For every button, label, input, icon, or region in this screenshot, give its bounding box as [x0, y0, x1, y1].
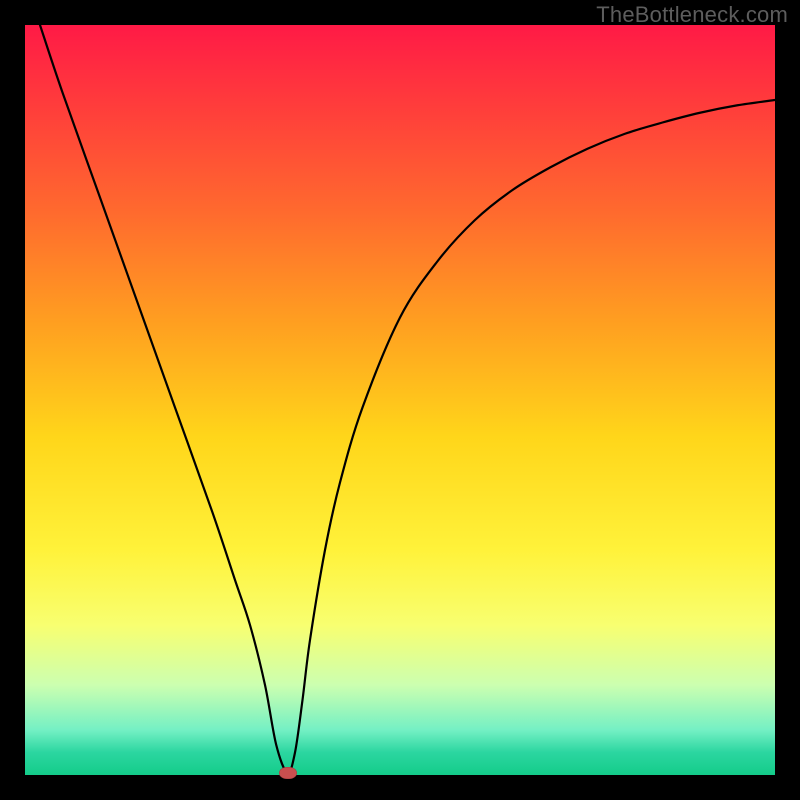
- plot-area: [25, 25, 775, 775]
- optimum-marker: [279, 767, 297, 779]
- chart-frame: TheBottleneck.com: [0, 0, 800, 800]
- watermark-text: TheBottleneck.com: [596, 2, 788, 28]
- bottleneck-curve: [25, 25, 775, 775]
